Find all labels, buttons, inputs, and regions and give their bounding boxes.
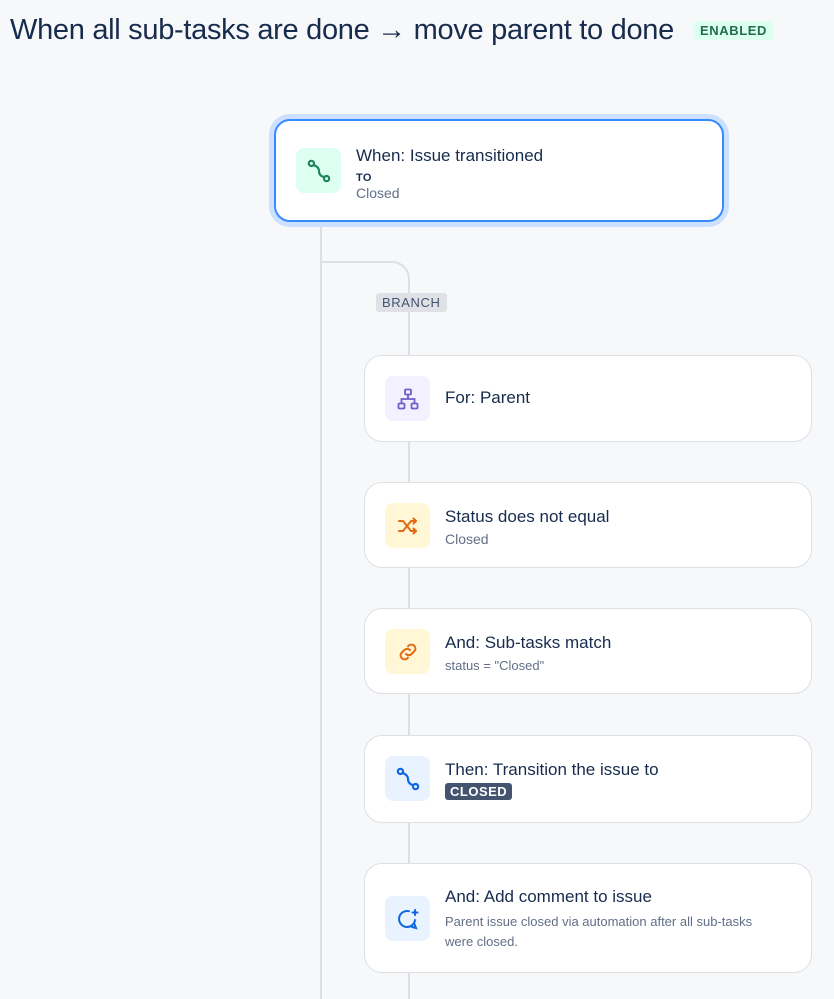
status-lozenge-closed: CLOSED xyxy=(445,783,513,800)
step-subtitle: status = "Closed" xyxy=(445,658,545,673)
trigger-icon-box xyxy=(296,148,341,193)
step-title: And: Sub-tasks match xyxy=(445,633,612,652)
main-connector-line xyxy=(320,222,322,999)
transition-icon xyxy=(396,767,419,790)
hierarchy-icon xyxy=(397,388,418,409)
link-icon xyxy=(399,643,416,660)
step-title: Status does not equal xyxy=(445,507,610,526)
trigger-title: When: Issue transitioned xyxy=(356,146,544,165)
step-icon-box xyxy=(385,376,430,421)
step-title: Then: Transition the issue to xyxy=(445,760,659,779)
status-badge: ENABLED xyxy=(693,21,774,40)
step-icon-box xyxy=(385,503,430,548)
step-icon-box xyxy=(385,756,430,801)
branch-label: BRANCH xyxy=(376,293,447,312)
step-card-add-comment[interactable]: And: Add comment to issue Parent issue c… xyxy=(364,863,812,973)
step-card-for-parent[interactable]: For: Parent xyxy=(364,355,812,442)
trigger-to-value: Closed xyxy=(356,185,400,201)
transition-icon xyxy=(307,159,330,182)
step-icon-box xyxy=(385,629,430,674)
step-card-subtasks-match[interactable]: And: Sub-tasks match status = "Closed" xyxy=(364,608,812,694)
step-icon-box xyxy=(385,896,430,941)
comment-add-icon xyxy=(397,908,418,929)
step-card-transition-issue[interactable]: Then: Transition the issue to CLOSED xyxy=(364,735,812,823)
step-title: And: Add comment to issue xyxy=(445,887,652,906)
step-card-status-condition[interactable]: Status does not equal Closed xyxy=(364,482,812,568)
step-title: For: Parent xyxy=(445,388,531,407)
trigger-to-label: TO xyxy=(356,172,372,184)
trigger-card[interactable]: When: Issue transitioned TO Closed xyxy=(274,119,724,222)
rule-header: When all sub-tasks are done → move paren… xyxy=(10,14,774,47)
step-subtitle: Parent issue closed via automation after… xyxy=(445,914,753,949)
page-title: When all sub-tasks are done → move paren… xyxy=(10,14,674,46)
step-subtitle: Closed xyxy=(445,531,489,547)
shuffle-icon xyxy=(397,517,417,534)
